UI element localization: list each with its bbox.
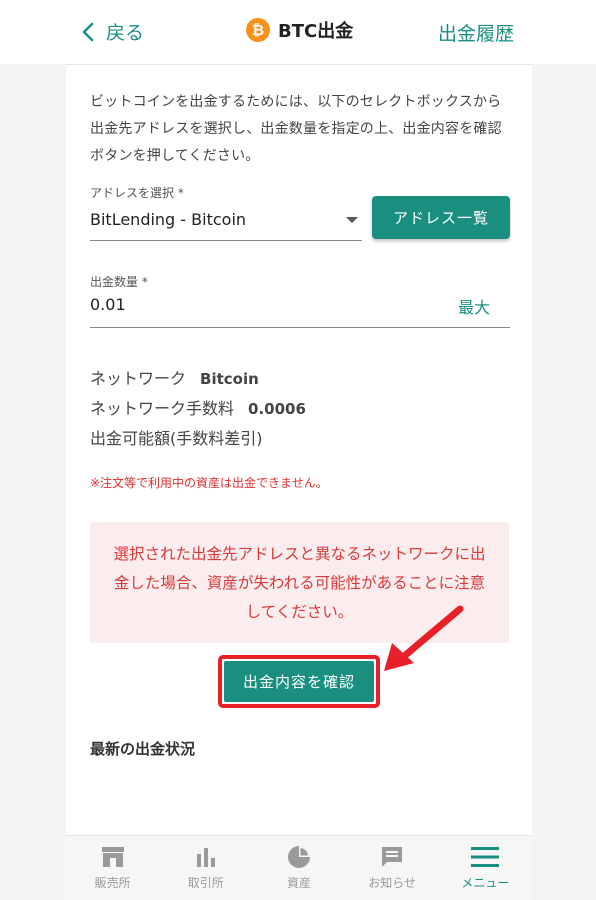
address-list-button[interactable]: アドレス一覧 [372,196,510,239]
nav-label-assets: 資産 [286,876,311,890]
amount-value: 0.01 [90,295,126,314]
nav-label-store: 販売所 [94,876,131,890]
back-button[interactable]: 戻る [82,18,144,45]
amount-input[interactable]: 0.01 最大 [90,287,510,328]
pie-chart-icon [287,844,311,870]
nav-item-exchange[interactable]: 取引所 [159,836,252,900]
address-select-label: アドレスを選択 * [90,186,184,200]
network-fee-label: ネットワーク手数料 [90,399,235,418]
menu-icon [471,844,500,870]
asset-lock-notice: ※注文等で利用中の資産は出金できません。 [90,476,328,490]
withdrawal-history-link[interactable]: 出金履歴 [438,19,514,46]
app-header: 戻る ₿ BTC出金 出金履歴 [0,0,596,64]
page-title: BTC出金 [278,21,354,42]
network-fee-row: ネットワーク手数料 0.0006 [90,395,306,419]
chevron-left-icon [82,22,94,41]
red-arrow-annotation-icon [384,605,464,671]
nav-item-store[interactable]: 販売所 [66,836,159,900]
network-row: ネットワーク Bitcoin [90,365,259,389]
nav-label-menu: メニュー [461,876,510,890]
bar-chart-icon [195,844,217,870]
network-value: Bitcoin [200,370,259,388]
nav-item-news[interactable]: お知らせ [346,836,439,900]
store-icon [101,844,125,870]
max-amount-button[interactable]: 最大 [458,294,490,318]
instruction-text: ビットコインを出金するためには、以下のセレクトボックスから出金先アドレスを選択し… [90,94,502,164]
available-amount-label: 出金可能額(手数料差引) [90,429,263,448]
bitcoin-icon: ₿ [246,18,270,42]
nav-item-menu[interactable]: メニュー [439,836,532,900]
dropdown-caret-icon [346,217,358,223]
back-label: 戻る [106,22,145,44]
network-label: ネットワーク [90,369,187,388]
recent-withdrawals-title: 最新の出金状況 [90,740,196,758]
nav-label-news: お知らせ [368,876,417,890]
message-icon [380,844,404,870]
confirm-withdrawal-button[interactable]: 出金内容を確認 [224,661,374,702]
page-title-group: ₿ BTC出金 [246,17,353,43]
network-fee-value: 0.0006 [248,400,306,418]
available-amount-row: 出金可能額(手数料差引) [90,425,263,449]
nav-label-exchange: 取引所 [187,876,224,890]
address-select[interactable]: BitLending - Bitcoin [90,201,362,241]
withdrawal-form-panel: ビットコインを出金するためには、以下のセレクトボックスから出金先アドレスを選択し… [66,65,532,835]
bottom-navigation: 販売所 取引所 資産 お知らせ メニュー [66,835,532,900]
nav-item-assets[interactable]: 資産 [252,836,345,900]
address-select-value: BitLending - Bitcoin [90,210,247,229]
